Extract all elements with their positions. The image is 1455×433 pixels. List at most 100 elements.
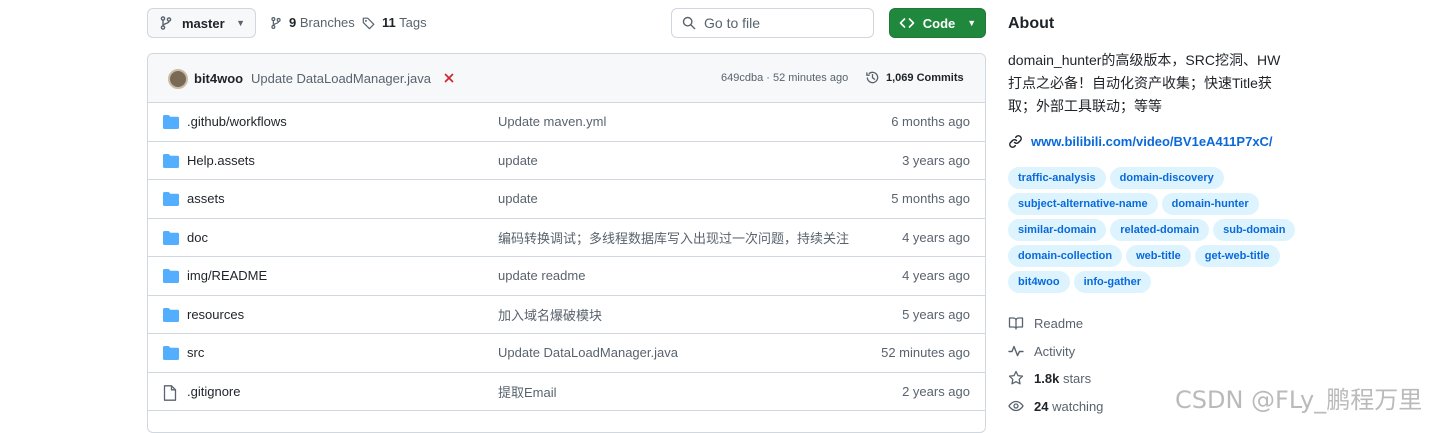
file-commit-message[interactable]: Update maven.yml [498,114,606,129]
file-row[interactable]: .github/workflows Update maven.yml 6 month… [148,103,985,142]
file-commit-message[interactable]: update readme [498,268,585,283]
book-icon [1008,317,1024,330]
topic-tag[interactable]: domain-discovery [1109,167,1224,189]
file-name[interactable]: .gitignore [187,384,240,399]
tag-icon [362,17,375,29]
search-icon [682,16,696,30]
topic-tag[interactable]: related-domain [1110,219,1210,241]
topic-tag[interactable]: sub-domain [1213,219,1296,241]
topic-tag[interactable]: web-title [1126,245,1191,267]
chevron-down-icon: ▼ [236,18,245,28]
commits-history-link[interactable]: 1,069 Commits [865,70,964,85]
file-row[interactable]: resources 加入域名爆破模块 5 years ago [148,296,985,334]
file-row[interactable]: Help.assets update 3 years ago [148,142,985,180]
watching-label: watching [1052,398,1104,414]
git-branch-icon [271,16,281,29]
topic-tag[interactable]: domain-hunter [1161,193,1259,215]
activity-link[interactable]: Activity [1008,341,1075,361]
topics-list: traffic-analysis domain-discovery subject-… [1008,167,1298,293]
history-icon [866,71,879,84]
file-commit-age: 3 years ago [902,152,970,168]
topic-tag[interactable]: subject-alternative-name [1008,193,1158,215]
tags-count: 11 [382,15,396,30]
file-row[interactable]: src Update DataLoadManager.java 52 minutes… [148,334,985,373]
latest-commit-bar: bit4woo Update DataLoadManager.java 649c… [148,54,985,103]
eye-icon [1008,400,1024,412]
file-icon [163,384,177,401]
search-placeholder: Go to file [704,15,761,31]
file-name[interactable]: doc [187,230,208,245]
commit-sha-time[interactable]: 649cdba · 52 minutes ago [721,72,848,84]
link-icon [1009,135,1022,148]
repo-description: domain_hunter的高级版本，SRC挖洞、HW打点之必备！自动化资产收集… [1008,52,1281,114]
folder-icon [163,230,179,245]
branches-link[interactable]: 9 Branches [269,15,355,30]
topic-tag[interactable]: info-gather [1073,271,1152,293]
file-name[interactable]: img/README [187,268,267,283]
readme-link[interactable]: Readme [1008,313,1083,333]
file-name[interactable]: .github/workflows [187,114,287,129]
file-commit-age: 6 months ago [891,114,970,130]
topic-tag[interactable]: traffic-analysis [1008,167,1106,189]
stars-label: stars [1062,370,1092,386]
folder-icon [163,192,179,206]
file-name[interactable]: Help.assets [187,153,255,168]
file-row[interactable]: img/README update readme 4 years ago [148,257,985,296]
file-commit-message[interactable]: 提取Email [498,382,557,401]
file-commit-age: 5 years ago [902,306,970,322]
code-label: Code [922,15,956,31]
folder-icon [163,153,179,168]
file-commit-age: 4 years ago [902,229,970,245]
branches-count: 9 [289,15,297,30]
topic-tag[interactable]: get-web-title [1194,245,1280,267]
branch-select-button[interactable]: master ▼ [147,8,256,38]
file-name[interactable]: resources [187,307,244,322]
pulse-icon [1008,345,1024,357]
folder-icon [163,115,179,129]
chevron-down-icon: ▼ [967,18,977,28]
commits-count: 1,069 Commits [886,71,964,84]
avatar[interactable] [168,69,188,89]
folder-icon [163,269,179,283]
file-commit-message[interactable]: 编码转换调试；多线程数据库写入出现过一次问题，持续关注 [498,228,849,247]
file-row[interactable]: assets update 5 months ago [148,180,985,219]
file-row[interactable]: doc 编码转换调试；多线程数据库写入出现过一次问题，持续关注 4 years ag… [148,219,985,257]
file-commit-message[interactable]: Update DataLoadManager.java [498,345,678,360]
file-row[interactable]: .gitignore 提取Email 2 years ago [148,373,985,411]
file-name[interactable]: src [187,345,204,360]
folder-icon [163,307,179,322]
file-name[interactable]: assets [187,191,225,206]
x-fail-icon[interactable] [444,73,454,83]
file-commit-age: 52 minutes ago [881,345,970,361]
code-brackets-icon [899,18,915,28]
commit-author[interactable]: bit4woo [194,71,243,86]
stars-count: 1.8k [1034,370,1060,386]
code-button[interactable]: Code ▼ [889,8,986,38]
file-list: .github/workflows Update maven.yml 6 month… [148,103,985,411]
website-link[interactable]: www.bilibili.com/video/BV1eA411P7xC/ [1008,134,1273,149]
topic-tag[interactable]: domain-collection [1008,245,1123,267]
topic-tag[interactable]: bit4woo [1008,271,1070,293]
file-commit-age: 4 years ago [902,268,970,284]
branch-name: master [182,15,225,31]
watching-count: 24 [1034,398,1049,414]
website-url: www.bilibili.com/video/BV1eA411P7xC/ [1031,134,1273,149]
stars-link[interactable]: 1.8k stars [1008,368,1091,388]
go-to-file-input[interactable]: Go to file [671,8,874,38]
file-commit-age: 5 months ago [891,191,970,207]
file-commit-message[interactable]: 加入域名爆破模块 [498,305,602,324]
file-commit-message[interactable]: update [498,191,538,206]
commit-message[interactable]: Update DataLoadManager.java [251,71,431,86]
tags-link[interactable]: 11 Tags [362,15,427,30]
activity-label: Activity [1034,343,1076,359]
about-heading: About [1008,15,1055,32]
watchers-link[interactable]: 24 watching [1008,396,1103,416]
star-icon [1008,370,1024,385]
file-commit-message[interactable]: update [498,153,538,168]
readme-label: Readme [1034,315,1084,331]
topic-tag[interactable]: similar-domain [1008,219,1107,241]
file-commit-age: 2 years ago [902,383,970,399]
watermark: CSDN @FLy_鹏程万里 [1175,386,1423,414]
tags-label: Tags [399,15,427,30]
git-branch-icon [160,16,172,30]
